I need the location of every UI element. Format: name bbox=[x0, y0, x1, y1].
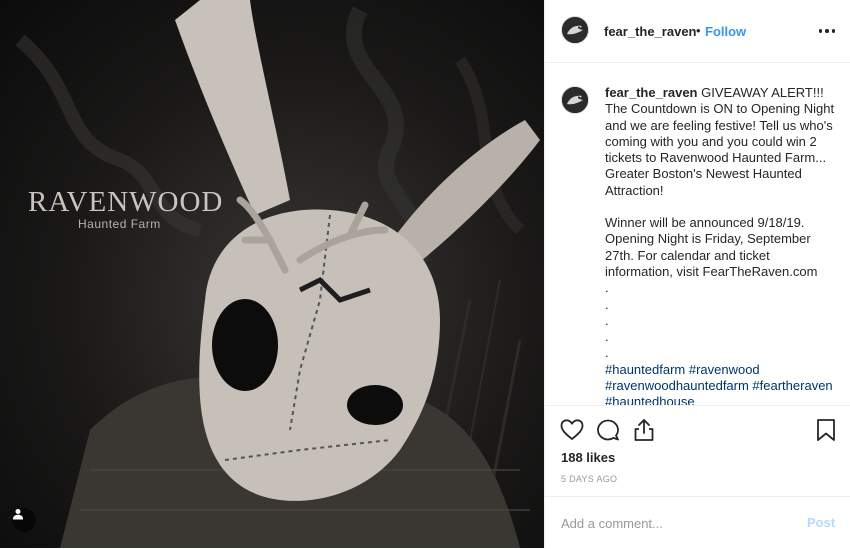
caption-hashtags[interactable]: #hauntedfarm #ravenwood #ravenwoodhaunte… bbox=[605, 362, 837, 405]
more-dot bbox=[818, 29, 823, 33]
post-date[interactable]: 5 DAYS AGO bbox=[561, 474, 617, 484]
heart-icon[interactable] bbox=[559, 417, 585, 443]
ravenwood-watermark-subtitle: Haunted Farm bbox=[78, 217, 161, 231]
raven-avatar-icon bbox=[562, 17, 588, 43]
likes-count[interactable]: 188 likes bbox=[561, 450, 615, 465]
caption: fear_the_raven GIVEAWAY ALERT!!! The Cou… bbox=[605, 85, 837, 405]
caption-avatar[interactable] bbox=[561, 86, 589, 114]
bookmark-icon[interactable] bbox=[813, 417, 839, 443]
avatar[interactable] bbox=[561, 16, 589, 44]
follow-button[interactable]: Follow bbox=[705, 24, 746, 39]
masked-figure-illustration bbox=[15, 0, 540, 548]
caption-username[interactable]: fear_the_raven bbox=[605, 85, 698, 100]
person-icon bbox=[13, 509, 23, 520]
post-photo[interactable]: RAVENWOOD Haunted Farm bbox=[0, 0, 544, 548]
more-dot bbox=[825, 29, 829, 33]
header-separator: • bbox=[696, 23, 701, 38]
comments-area[interactable]: fear_the_raven GIVEAWAY ALERT!!! The Cou… bbox=[545, 64, 850, 405]
ravenwood-watermark-title: RAVENWOOD bbox=[28, 186, 224, 218]
caption-text: GIVEAWAY ALERT!!! The Countdown is ON to… bbox=[605, 85, 835, 198]
post-side-panel: fear_the_raven • Follow fear_the_raven G… bbox=[544, 0, 850, 548]
add-comment-input[interactable] bbox=[561, 514, 781, 532]
post-header: fear_the_raven • Follow bbox=[545, 0, 850, 63]
header-username[interactable]: fear_the_raven bbox=[604, 24, 697, 39]
tagged-user-button[interactable] bbox=[12, 508, 36, 532]
add-comment-row: Post bbox=[545, 496, 850, 549]
more-options-icon[interactable] bbox=[817, 22, 837, 40]
raven-avatar-icon bbox=[562, 87, 588, 113]
caption-dots: . . . . . bbox=[605, 280, 609, 361]
caption-text-2: Winner will be announced 9/18/19. Openin… bbox=[605, 215, 818, 279]
more-dot bbox=[831, 29, 836, 33]
post-actions: 188 likes 5 DAYS AGO Post bbox=[545, 405, 850, 548]
post-comment-button[interactable]: Post bbox=[807, 515, 835, 530]
comment-icon[interactable] bbox=[595, 417, 621, 443]
share-icon[interactable] bbox=[631, 417, 657, 443]
